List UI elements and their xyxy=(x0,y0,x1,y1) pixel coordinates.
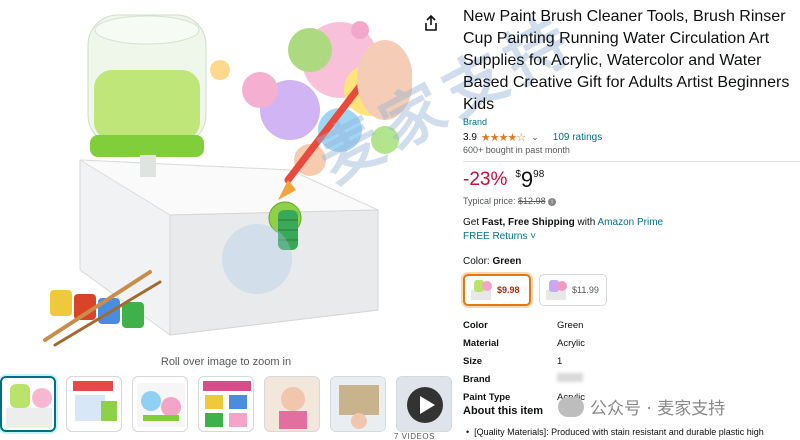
divider xyxy=(463,161,800,162)
video-thumbnail[interactable] xyxy=(396,376,452,432)
color-value: Green xyxy=(492,256,522,267)
spec-row: Paint Type Acrylic xyxy=(463,388,585,406)
shipping-prefix: Get xyxy=(463,217,480,228)
rating-value: 3.9 xyxy=(463,131,477,143)
about-bullet-text: [Quality Materials]: Produced with stain… xyxy=(474,427,764,437)
thumbnail-2[interactable] xyxy=(66,376,122,432)
star-rating-icon[interactable]: ★★★★☆ xyxy=(481,131,526,144)
color-label: Color: xyxy=(463,256,490,267)
spec-table: Color Green Material Acrylic Size 1 Bran… xyxy=(463,316,585,406)
shipping-bold: Fast, Free Shipping xyxy=(481,217,575,228)
thumbnail-6[interactable] xyxy=(330,376,386,432)
thumbnail-3[interactable] xyxy=(132,376,188,432)
price-whole: 9 xyxy=(520,167,534,192)
swatch-alt[interactable]: $11.99 xyxy=(539,274,607,306)
swatch-price: $11.99 xyxy=(572,285,599,295)
thumbnail-1[interactable] xyxy=(0,376,56,432)
about-bullet: • [Quality Materials]: Produced with sta… xyxy=(466,427,764,437)
spec-key: Size xyxy=(463,355,483,367)
share-icon xyxy=(425,15,437,31)
spec-value: Green xyxy=(557,319,584,331)
color-selection-label: Color: Green xyxy=(463,256,800,269)
rating-row: 3.9 ★★★★☆ ⌄ 109 ratings xyxy=(463,130,800,144)
price: $ 9 98 xyxy=(515,168,544,192)
swatch-thumbnail xyxy=(546,280,567,300)
info-icon[interactable]: i xyxy=(548,197,557,206)
spec-row: Color Green xyxy=(463,316,585,334)
spec-value: Acrylic xyxy=(557,391,585,403)
spec-row: Material Acrylic xyxy=(463,334,585,352)
bought-count: 600+ bought in past month xyxy=(463,145,570,155)
main-product-image[interactable] xyxy=(40,0,412,352)
free-returns-link[interactable]: FREE Returns ˅ xyxy=(463,231,800,244)
swatch-price: $9.98 xyxy=(497,285,520,295)
spec-row: Size 1 xyxy=(463,352,585,370)
zoom-hint: Roll over image to zoom in xyxy=(160,356,292,368)
spec-value: Acrylic xyxy=(557,337,585,349)
price-fraction: 98 xyxy=(533,169,545,180)
thumbnail-strip xyxy=(0,376,452,432)
spec-key: Paint Type xyxy=(463,391,511,403)
ratings-count-link[interactable]: 109 ratings xyxy=(553,132,602,143)
color-swatches: $9.98 $11.99 xyxy=(463,274,800,306)
thumbnail-4[interactable] xyxy=(198,376,254,432)
shipping-info: Get Fast, Free Shipping with Amazon Prim… xyxy=(463,217,800,230)
swatch-green[interactable]: $9.98 xyxy=(463,274,531,306)
spec-value-redacted xyxy=(557,370,585,388)
typical-price-value: $12.98 xyxy=(518,196,546,206)
price-row: -23% $ 9 98 xyxy=(463,168,800,194)
typical-price-label: Typical price: xyxy=(463,196,516,206)
chevron-down-icon[interactable]: ⌄ xyxy=(531,132,539,143)
discount-percent: -23% xyxy=(463,169,508,190)
shipping-with: with xyxy=(577,217,596,228)
typical-price: Typical price: $12.98 i xyxy=(463,196,800,208)
thumbnail-5[interactable] xyxy=(264,376,320,432)
product-details: New Paint Brush Cleaner Tools, Brush Rin… xyxy=(463,6,800,406)
share-button[interactable] xyxy=(420,12,442,34)
amazon-prime-link[interactable]: Amazon Prime xyxy=(598,217,664,228)
spec-value: 1 xyxy=(557,355,563,367)
spec-key: Material xyxy=(463,337,499,349)
spec-key: Brand xyxy=(463,373,491,385)
about-heading: About this item xyxy=(463,405,544,417)
videos-label[interactable]: 7 VIDEOS xyxy=(394,432,435,440)
brand-link[interactable]: Brand xyxy=(463,117,800,129)
product-title: New Paint Brush Cleaner Tools, Brush Rin… xyxy=(463,8,790,113)
swatch-thumbnail xyxy=(471,280,492,300)
spec-row: Brand xyxy=(463,370,585,388)
spec-key: Color xyxy=(463,319,488,331)
